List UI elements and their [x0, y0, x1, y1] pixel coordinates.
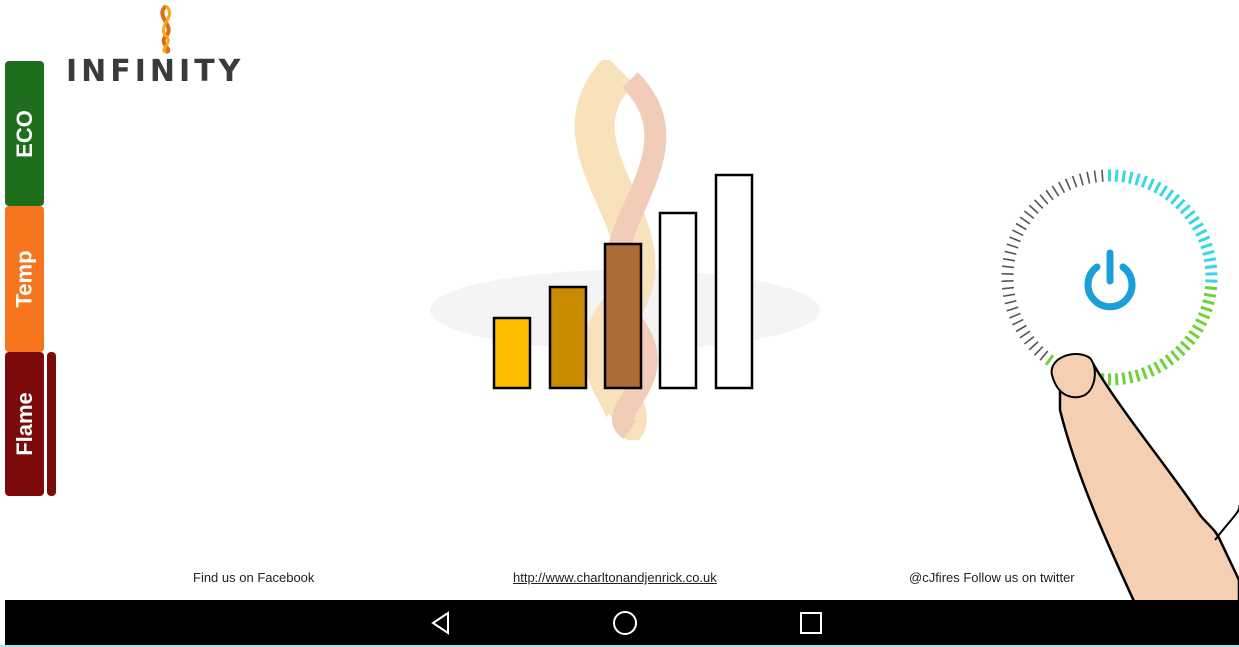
power-ring-tick — [1002, 286, 1015, 290]
power-ring-tick — [1184, 209, 1196, 220]
power-ring-tick — [1202, 299, 1215, 306]
infinity-logo: INFINITY — [66, 4, 272, 89]
tab-eco[interactable]: ECO — [5, 61, 44, 206]
power-ring-tick — [1093, 170, 1097, 183]
power-ring-tick — [1114, 169, 1119, 182]
logo-text: INFINITY — [66, 54, 245, 89]
power-ring-tick — [1019, 330, 1031, 339]
power-ring-tick — [1101, 169, 1104, 182]
power-ring-tick — [1127, 171, 1134, 184]
power-ring-tick — [1045, 189, 1054, 201]
power-ring-tick — [1147, 178, 1155, 191]
power-ring-tick — [1200, 305, 1213, 313]
power-ring-tick — [1006, 243, 1019, 249]
power-ring-tick — [1200, 242, 1213, 250]
power-ring-tick — [1197, 235, 1211, 243]
power-ring-tick — [1140, 175, 1148, 188]
system-navbar — [5, 600, 1239, 645]
flame-level-bar-2[interactable] — [548, 285, 588, 390]
power-ring-tick — [1006, 306, 1019, 312]
power-ring-tick — [1064, 178, 1072, 191]
power-ring-tick — [1204, 264, 1218, 269]
power-ring-tick — [1071, 175, 1078, 188]
facebook-link[interactable]: Find us on Facebook — [193, 570, 314, 585]
power-ring-tick — [1191, 222, 1204, 231]
power-ring-tick — [1078, 173, 1084, 186]
power-ring-tick — [1191, 324, 1204, 333]
power-ring-tick — [1012, 318, 1024, 326]
power-button[interactable] — [1075, 245, 1145, 315]
power-ring-tick — [1202, 249, 1215, 256]
power-ring-tick — [1012, 229, 1024, 237]
power-ring-tick — [1188, 329, 1200, 340]
power-ring-tick — [1121, 170, 1127, 183]
power-ring-tick — [1004, 250, 1017, 256]
power-ring-tick — [1002, 265, 1015, 269]
power-ring-tick — [1019, 216, 1031, 225]
power-ring-tick — [1175, 198, 1186, 210]
power-icon — [1084, 249, 1136, 311]
twitter-link[interactable]: @cJfires Follow us on twitter — [909, 570, 1075, 585]
power-ring-tick — [1195, 318, 1208, 327]
power-ring-tick — [1195, 228, 1208, 237]
tab-temp-label: Temp — [11, 250, 37, 308]
website-link[interactable]: http://www.charltonandjenrick.co.uk — [513, 570, 717, 585]
power-ring-tick — [1203, 257, 1217, 263]
tab-temp[interactable]: Temp — [5, 206, 44, 352]
flame-logo-icon — [160, 4, 172, 54]
power-ring-tick — [1058, 181, 1066, 194]
power-ring-tick — [1009, 312, 1021, 319]
flame-level-bar-5[interactable] — [714, 173, 754, 390]
power-ring-tick — [1039, 194, 1049, 205]
power-ring-tick — [1134, 173, 1141, 186]
tab-flame[interactable]: Flame — [5, 352, 44, 496]
tab-eco-label: ECO — [11, 109, 37, 158]
recents-square-icon[interactable] — [798, 610, 824, 636]
flame-level-bar-3[interactable] — [603, 242, 643, 390]
power-ring-tick — [1015, 324, 1027, 333]
power-ring-tick — [1197, 312, 1211, 320]
power-ring-tick — [1003, 257, 1016, 262]
power-ring-tick — [1028, 204, 1039, 214]
power-ring-tick — [1009, 236, 1021, 243]
power-ring-tick — [1188, 215, 1200, 226]
power-ring-tick — [1004, 299, 1017, 305]
power-ring-tick — [1153, 181, 1162, 194]
power-ring-tick — [1015, 222, 1027, 231]
power-ring-tick — [1023, 210, 1035, 220]
power-ring-tick — [1203, 292, 1217, 298]
home-circle-icon[interactable] — [612, 610, 638, 636]
flame-level-bar-1[interactable] — [492, 316, 532, 390]
power-ring-tick — [1204, 286, 1218, 291]
power-ring-tick — [1159, 185, 1169, 197]
back-triangle-icon[interactable] — [428, 610, 454, 636]
active-tab-indicator — [47, 352, 56, 496]
tab-flame-label: Flame — [11, 392, 37, 456]
power-ring-tick — [1164, 189, 1175, 201]
power-ring-tick — [1179, 204, 1191, 215]
flame-level-bar-4[interactable] — [658, 211, 698, 390]
power-ring-tick — [1003, 293, 1016, 298]
flame-level-bars[interactable] — [480, 160, 780, 400]
power-ring-tick — [1051, 185, 1060, 197]
power-ring-tick — [1086, 171, 1091, 184]
power-ring-tick — [1170, 193, 1181, 205]
power-ring-tick — [1033, 199, 1044, 209]
